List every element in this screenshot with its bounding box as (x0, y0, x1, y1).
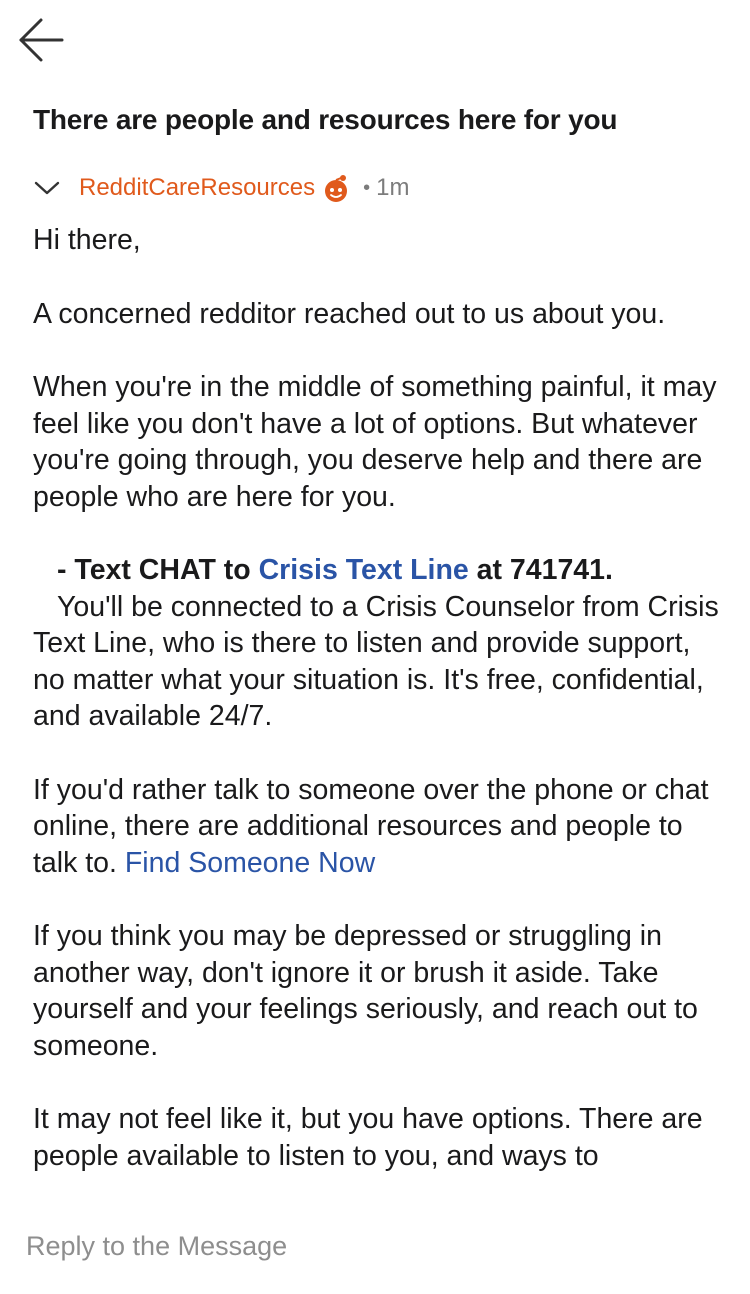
crisis-line-prefix: - Text CHAT to (57, 554, 259, 586)
message-body: Hi there, A concerned redditor reached o… (33, 222, 723, 1174)
reply-bar (0, 1210, 750, 1294)
crisis-line-paragraph: - Text CHAT to Crisis Text Line at 74174… (33, 552, 723, 735)
reply-input[interactable] (26, 1224, 726, 1268)
crisis-text-line-link[interactable]: Crisis Text Line (259, 554, 469, 586)
message-body-scroll[interactable]: Hi there, A concerned redditor reached o… (33, 222, 723, 1198)
find-someone-now-link[interactable]: Find Someone Now (125, 847, 375, 879)
message-subject: There are people and resources here for … (33, 104, 618, 135)
greeting-paragraph: Hi there, (33, 224, 141, 256)
author-username[interactable]: RedditCareResources (79, 174, 315, 202)
collapse-toggle[interactable] (33, 172, 65, 204)
chevron-down-icon (34, 181, 60, 195)
crisis-line-body: You'll be connected to a Crisis Counselo… (33, 590, 719, 733)
concern-paragraph: A concerned redditor reached out to us a… (33, 297, 666, 330)
back-button[interactable] (10, 12, 70, 68)
support-paragraph: When you're in the middle of something p… (33, 371, 717, 513)
meta-separator: • (363, 176, 371, 199)
depression-paragraph: If you think you may be depressed or str… (33, 920, 698, 1062)
arrow-left-icon (19, 18, 64, 62)
message-age: 1m (376, 174, 410, 201)
options-paragraph: It may not feel like it, but you have op… (33, 1103, 703, 1172)
crisis-line-suffix: at 741741. (468, 554, 613, 586)
snoo-avatar-icon (321, 173, 351, 203)
additional-resources-paragraph: If you'd rather talk to someone over the… (33, 772, 723, 882)
message-meta: RedditCareResources • 1m (33, 168, 409, 208)
